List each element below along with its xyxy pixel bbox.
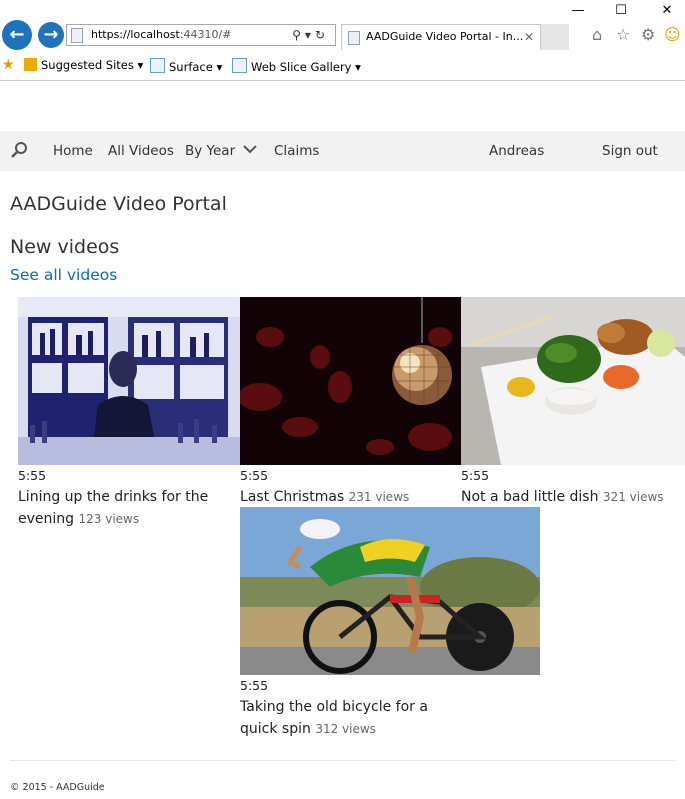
bing-icon	[24, 58, 37, 71]
settings-gear-icon[interactable]: ⚙	[641, 25, 655, 44]
video-duration: 5:55	[240, 678, 269, 693]
video-thumbnail-bartender[interactable]	[18, 297, 240, 465]
favorites-star-add-icon[interactable]: ★	[2, 57, 15, 73]
video-views: 312 views	[315, 722, 376, 736]
search-icon[interactable]: ⚲	[292, 28, 305, 42]
browser-chrome: — ☐ ✕ ← → https://localhost:44310/# ⚲▾↻ …	[0, 0, 685, 82]
nav-all-videos[interactable]: All Videos	[108, 143, 174, 159]
smiley-icon[interactable]: ☺	[664, 25, 681, 44]
site-navbar: Home All Videos By Year Claims Andreas S…	[0, 131, 685, 171]
favorites-star-icon[interactable]: ☆	[616, 25, 630, 44]
video-title-link[interactable]: Lining up the drinks for the evening 123…	[18, 486, 238, 530]
fav-suggested-sites[interactable]: Suggested Sites ▾	[24, 58, 143, 72]
ie-page-icon	[232, 58, 247, 73]
address-bar[interactable]: https://localhost:44310/# ⚲▾↻	[66, 24, 336, 46]
video-views: 321 views	[602, 490, 664, 504]
video-thumbnail-bicycle[interactable]	[240, 507, 540, 675]
see-all-videos-link[interactable]: See all videos	[10, 266, 117, 284]
video-thumbnail-disco-ball[interactable]	[240, 297, 461, 465]
video-title-link[interactable]: Not a bad little dish 321 views	[461, 486, 685, 508]
favorites-bar: ★ Suggested Sites ▾ Surface ▾ Web Slice …	[0, 54, 685, 80]
nav-claims[interactable]: Claims	[274, 143, 319, 159]
section-title: New videos	[10, 236, 120, 258]
new-tab-button[interactable]	[541, 24, 569, 50]
dropdown-icon[interactable]: ▾	[305, 28, 315, 42]
site-title: AADGuide Video Portal	[10, 193, 227, 215]
chevron-down-icon	[243, 145, 258, 154]
chrome-divider	[0, 80, 685, 81]
nav-by-year[interactable]: By Year	[185, 143, 258, 159]
forward-arrow-icon: →	[43, 24, 59, 45]
search-icon[interactable]	[10, 141, 28, 159]
browser-tab[interactable]: AADGuide Video Portal - In... ✕	[341, 24, 541, 50]
video-views: 231 views	[348, 490, 410, 504]
home-icon[interactable]: ⌂	[592, 25, 602, 44]
fav-surface[interactable]: Surface ▾	[150, 58, 222, 74]
video-duration: 5:55	[240, 468, 269, 483]
refresh-icon[interactable]: ↻	[315, 28, 329, 42]
address-rest: :44310/#	[179, 28, 232, 41]
nav-user[interactable]: Andreas	[489, 143, 544, 159]
video-duration: 5:55	[461, 468, 490, 483]
page-icon	[71, 28, 83, 43]
forward-button[interactable]: →	[38, 22, 64, 48]
nav-home[interactable]: Home	[53, 143, 93, 159]
footer-divider	[10, 760, 675, 761]
footer-copyright: © 2015 - AADGuide	[10, 782, 105, 793]
back-button[interactable]: ←	[2, 20, 32, 50]
tab-close-icon[interactable]: ✕	[524, 25, 534, 49]
video-views: 123 views	[78, 512, 140, 526]
video-duration: 5:55	[18, 468, 47, 483]
video-title-link[interactable]: Last Christmas 231 views	[240, 486, 460, 508]
maximize-button[interactable]: ☐	[606, 2, 636, 20]
video-card[interactable]: 5:55 Last Christmas 231 views	[240, 297, 461, 517]
video-card[interactable]: 5:55 Not a bad little dish 321 views	[461, 297, 685, 517]
video-thumbnail-sushi-dish[interactable]	[461, 297, 685, 465]
fav-web-slice-gallery[interactable]: Web Slice Gallery ▾	[232, 58, 361, 74]
tab-page-icon	[348, 31, 360, 45]
video-title-link[interactable]: Taking the old bicycle for a quick spin …	[240, 696, 440, 740]
tab-title: AADGuide Video Portal - In...	[366, 30, 524, 43]
video-card[interactable]: 5:55 Lining up the drinks for the evenin…	[18, 297, 240, 537]
ie-page-icon	[150, 58, 165, 73]
address-host: https://localhost	[91, 28, 180, 41]
back-arrow-icon: ←	[9, 24, 25, 45]
video-card[interactable]: 5:55 Taking the old bicycle for a quick …	[240, 507, 540, 747]
close-window-button[interactable]: ✕	[652, 2, 682, 20]
nav-sign-out[interactable]: Sign out	[602, 143, 658, 159]
minimize-button[interactable]: —	[563, 2, 593, 20]
